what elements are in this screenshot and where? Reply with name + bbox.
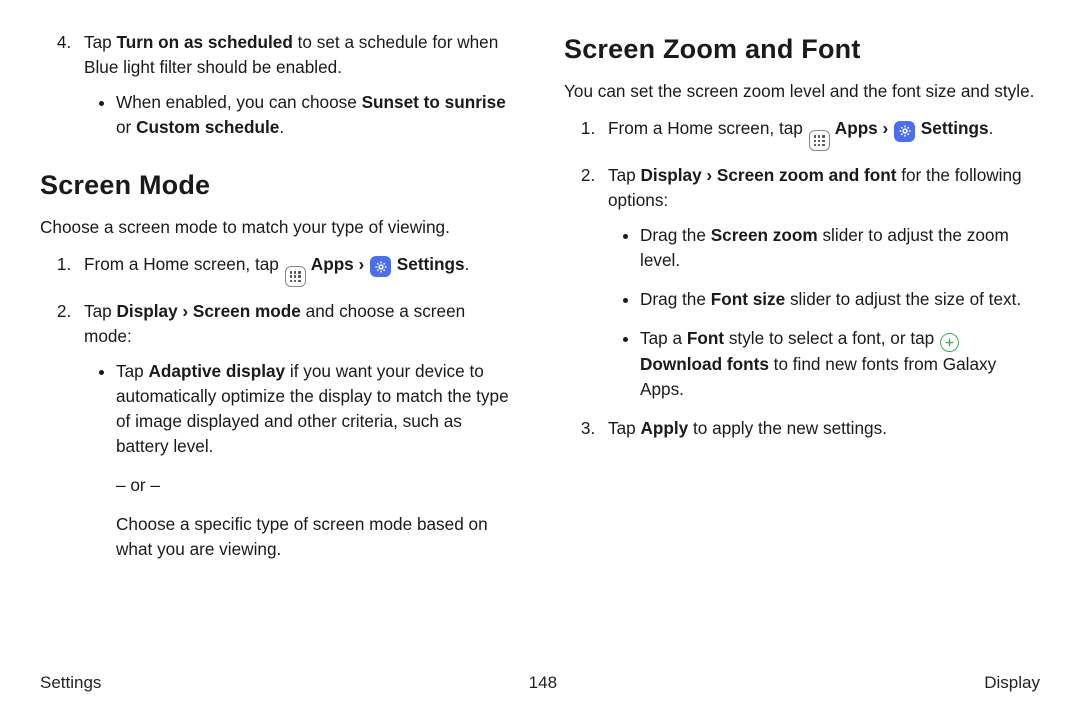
download-icon bbox=[940, 333, 959, 352]
text: Tap bbox=[608, 165, 641, 185]
font-size-bullet: Drag the Font size slider to adjust the … bbox=[640, 287, 1040, 312]
settings-label: Settings bbox=[916, 118, 989, 138]
blue-light-steps: Tap Turn on as scheduled to set a schedu… bbox=[40, 30, 516, 140]
page-number: 148 bbox=[529, 671, 557, 696]
adaptive-display: Adaptive display bbox=[149, 361, 286, 381]
text: . bbox=[279, 117, 284, 137]
sunset-sunrise: Sunset to sunrise bbox=[362, 92, 506, 112]
content-columns: Tap Turn on as scheduled to set a schedu… bbox=[40, 30, 1040, 576]
screen-mode-bullets: Tap Adaptive display if you want your de… bbox=[84, 359, 516, 562]
font-style-bullet: Tap a Font style to select a font, or ta… bbox=[640, 326, 1040, 402]
text: or bbox=[116, 117, 136, 137]
display-screen-mode: Display › Screen mode bbox=[117, 301, 301, 321]
custom-schedule: Custom schedule bbox=[136, 117, 279, 137]
blue-light-step-4: Tap Turn on as scheduled to set a schedu… bbox=[76, 30, 516, 140]
text: From a Home screen, tap bbox=[608, 118, 808, 138]
font-size-bold: Font size bbox=[711, 289, 785, 309]
screen-zoom-intro: You can set the screen zoom level and th… bbox=[564, 79, 1040, 104]
sub-bullet: When enabled, you can choose Sunset to s… bbox=[116, 90, 516, 140]
screen-mode-heading: Screen Mode bbox=[40, 166, 516, 205]
apps-icon bbox=[285, 266, 306, 287]
adaptive-display-bullet: Tap Adaptive display if you want your de… bbox=[116, 359, 516, 562]
text: When enabled, you can choose bbox=[116, 92, 362, 112]
screen-zoom-bullets: Drag the Screen zoom slider to adjust th… bbox=[608, 223, 1040, 402]
chevron-right-icon: › bbox=[354, 254, 369, 274]
left-column: Tap Turn on as scheduled to set a schedu… bbox=[40, 30, 516, 576]
zoom-slider-bullet: Drag the Screen zoom slider to adjust th… bbox=[640, 223, 1040, 273]
screen-zoom-heading: Screen Zoom and Font bbox=[564, 30, 1040, 69]
footer-right: Display bbox=[984, 671, 1040, 696]
text: Tap bbox=[84, 301, 117, 321]
text: From a Home screen, tap bbox=[84, 254, 284, 274]
text: to apply the new settings. bbox=[688, 418, 887, 438]
settings-icon bbox=[894, 121, 915, 142]
settings-label: Settings bbox=[392, 254, 465, 274]
text: Tap bbox=[608, 418, 641, 438]
specific-mode-text: Choose a specific type of screen mode ba… bbox=[116, 512, 516, 562]
font-bold: Font bbox=[687, 328, 724, 348]
right-column: Screen Zoom and Font You can set the scr… bbox=[564, 30, 1040, 576]
text: Tap bbox=[84, 32, 117, 52]
apply-bold: Apply bbox=[641, 418, 689, 438]
text: slider to adjust the size of text. bbox=[785, 289, 1021, 309]
footer-left: Settings bbox=[40, 671, 101, 696]
or-separator: – or – bbox=[116, 473, 516, 498]
screen-zoom-step-3: Tap Apply to apply the new settings. bbox=[600, 416, 1040, 441]
text: Drag the bbox=[640, 225, 711, 245]
screen-zoom-step-1: From a Home screen, tap Apps › Settings. bbox=[600, 116, 1040, 151]
display-screen-zoom: Display › Screen zoom and font bbox=[641, 165, 897, 185]
screen-mode-step-2: Tap Display › Screen mode and choose a s… bbox=[76, 299, 516, 561]
screen-zoom-step-2: Tap Display › Screen zoom and font for t… bbox=[600, 163, 1040, 402]
chevron-right-icon: › bbox=[878, 118, 893, 138]
download-fonts-bold: Download fonts bbox=[640, 354, 769, 374]
text: . bbox=[989, 118, 994, 138]
turn-on-scheduled: Turn on as scheduled bbox=[117, 32, 293, 52]
settings-icon bbox=[370, 256, 391, 277]
screen-mode-intro: Choose a screen mode to match your type … bbox=[40, 215, 516, 240]
apps-label: Apps bbox=[831, 118, 878, 138]
text: Tap bbox=[116, 361, 149, 381]
blue-light-sub-bullets: When enabled, you can choose Sunset to s… bbox=[84, 90, 516, 140]
text: Drag the bbox=[640, 289, 711, 309]
apps-icon bbox=[809, 130, 830, 151]
screen-zoom-steps: From a Home screen, tap Apps › Settings.… bbox=[564, 116, 1040, 441]
page-footer: Settings 148 Display bbox=[40, 671, 1040, 696]
text: Tap a bbox=[640, 328, 687, 348]
text: style to select a font, or tap bbox=[724, 328, 939, 348]
apps-label: Apps bbox=[307, 254, 354, 274]
screen-mode-step-1: From a Home screen, tap Apps › Settings. bbox=[76, 252, 516, 287]
screen-zoom-bold: Screen zoom bbox=[711, 225, 818, 245]
text: . bbox=[465, 254, 470, 274]
screen-mode-steps: From a Home screen, tap Apps › Settings.… bbox=[40, 252, 516, 562]
